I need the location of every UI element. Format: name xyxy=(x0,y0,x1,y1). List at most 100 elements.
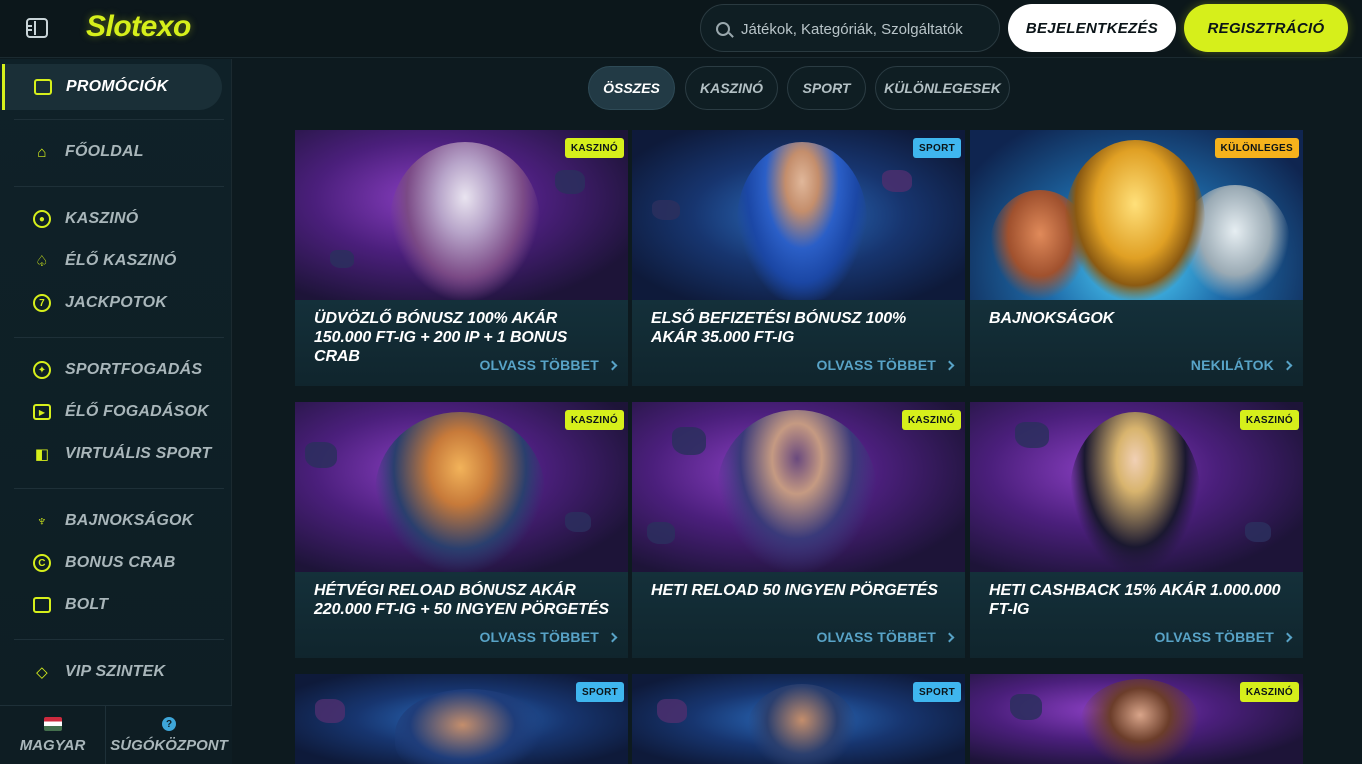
sidebar-toggle-icon[interactable] xyxy=(26,18,48,38)
read-more-link[interactable]: OLVASS TÖBBET xyxy=(816,357,955,373)
help-label: SÚGÓKÖZPONT xyxy=(110,737,228,754)
category-badge: KASZINÓ xyxy=(1239,410,1299,430)
sidebar-item-label: JACKPOTOK xyxy=(65,294,167,311)
promo-info: HETI CASHBACK 15% AKÁR 1.000.000 FT-IG O… xyxy=(970,572,1303,658)
spade-icon: ♤ xyxy=(35,253,49,270)
promo-info: HETI RELOAD 50 INGYEN PÖRGETÉS OLVASS TÖ… xyxy=(632,572,965,658)
sidebar-item-label: VIP SZINTEK xyxy=(65,663,166,680)
filter-sport[interactable]: SPORT xyxy=(787,66,866,110)
category-badge: SPORT xyxy=(576,682,624,702)
promo-title: HÉTVÉGI RELOAD BÓNUSZ AKÁR 220.000 FT-IG… xyxy=(314,582,609,618)
read-more-link[interactable]: OLVASS TÖBBET xyxy=(816,629,955,645)
site-logo[interactable]: Slotexo xyxy=(86,10,191,44)
sidebar-item-label: ÉLŐ KASZINÓ xyxy=(65,252,177,269)
promo-info: ÜDVÖZLŐ BÓNUSZ 100% AKÁR 150.000 FT-IG +… xyxy=(295,300,628,386)
play-icon: ▶ xyxy=(32,402,52,422)
sidebar-item-label: ÉLŐ FOGADÁSOK xyxy=(65,403,209,420)
category-badge: SPORT xyxy=(913,682,961,702)
chevron-right-icon xyxy=(1282,360,1293,370)
sidebar-item-label: KASZINÓ xyxy=(65,210,139,227)
sidebar-item-live-casino[interactable]: ♤ ÉLŐ KASZINÓ xyxy=(14,240,224,282)
sidebar-item-label: VIRTUÁLIS SPORT xyxy=(65,445,212,462)
chevron-right-icon xyxy=(944,360,955,370)
promo-card[interactable]: KÜLÖNLEGES BAJNOKSÁGOK NEKILÁTOK xyxy=(970,130,1303,386)
home-icon: ⌂ xyxy=(37,143,47,161)
search-bar[interactable] xyxy=(700,4,1000,52)
sidebar-footer: MAGYAR ? SÚGÓKÖZPONT xyxy=(0,705,232,764)
login-button[interactable]: BEJELENTKEZÉS xyxy=(1008,4,1176,52)
chevron-right-icon xyxy=(607,632,618,642)
promo-title: BAJNOKSÁGOK xyxy=(989,310,1115,327)
read-more-link[interactable]: OLVASS TÖBBET xyxy=(1154,629,1293,645)
category-badge: KASZINÓ xyxy=(564,138,624,158)
chevron-right-icon xyxy=(607,360,618,370)
sidebar-item-jackpots[interactable]: 7 JACKPOTOK xyxy=(14,282,224,324)
promo-card[interactable]: SPORT xyxy=(295,674,628,764)
promo-info: BAJNOKSÁGOK NEKILÁTOK xyxy=(970,300,1303,386)
sidebar-item-sportsbetting[interactable]: ✦ SPORTFOGADÁS xyxy=(14,349,224,391)
sidebar-item-label: PROMÓCIÓK xyxy=(66,78,169,95)
gamepad-icon: ◧ xyxy=(34,446,50,463)
promo-title: HETI CASHBACK 15% AKÁR 1.000.000 FT-IG xyxy=(989,582,1281,618)
divider xyxy=(14,119,224,120)
football-icon: ✦ xyxy=(32,360,52,380)
diamond-icon: ◇ xyxy=(36,664,48,681)
search-input[interactable] xyxy=(741,17,991,41)
chevron-right-icon xyxy=(944,632,955,642)
sidebar-item-virtual-sport[interactable]: ◧ VIRTUÁLIS SPORT xyxy=(14,433,224,475)
promo-card[interactable]: KASZINÓ HETI CASHBACK 15% AKÁR 1.000.000… xyxy=(970,402,1303,658)
chevron-right-icon xyxy=(1282,632,1293,642)
shop-icon xyxy=(32,595,52,615)
sidebar-item-home[interactable]: ⌂ FŐOLDAL xyxy=(14,131,224,173)
sidebar-item-label: FŐOLDAL xyxy=(65,143,144,160)
promo-card[interactable]: SPORT ELSŐ BEFIZETÉSI BÓNUSZ 100% AKÁR 3… xyxy=(632,130,965,386)
category-badge: KASZINÓ xyxy=(1239,682,1299,702)
hungarian-flag-icon xyxy=(43,717,62,731)
sidebar-item-vip[interactable]: ◇ VIP SZINTEK xyxy=(14,651,224,693)
sidebar-item-bonus-crab[interactable]: C BONUS CRAB xyxy=(14,542,224,584)
gift-icon xyxy=(33,77,53,97)
register-button[interactable]: REGISZTRÁCIÓ xyxy=(1184,4,1348,52)
help-icon: ? xyxy=(162,717,176,731)
sidebar-item-label: BOLT xyxy=(65,596,109,613)
join-link[interactable]: NEKILÁTOK xyxy=(1191,357,1293,373)
read-more-link[interactable]: OLVASS TÖBBET xyxy=(479,629,618,645)
filter-all[interactable]: ÖSSZES xyxy=(588,66,675,110)
filter-casino[interactable]: KASZINÓ xyxy=(685,66,778,110)
language-label: MAGYAR xyxy=(19,737,86,754)
promo-title: ELSŐ BEFIZETÉSI BÓNUSZ 100% AKÁR 35.000 … xyxy=(651,310,907,346)
divider xyxy=(14,488,224,489)
category-badge: KÜLÖNLEGES xyxy=(1214,138,1299,158)
top-header: Slotexo BEJELENTKEZÉS REGISZTRÁCIÓ xyxy=(0,0,1362,58)
sidebar-item-casino[interactable]: ● KASZINÓ xyxy=(14,198,224,240)
sidebar-item-tournaments[interactable]: ♆ BAJNOKSÁGOK xyxy=(14,500,224,542)
category-badge: KASZINÓ xyxy=(901,410,961,430)
sidebar-item-promotions[interactable]: PROMÓCIÓK xyxy=(2,64,222,110)
language-selector[interactable]: MAGYAR xyxy=(0,706,105,764)
sidebar-item-shop[interactable]: BOLT xyxy=(14,584,224,626)
divider xyxy=(14,186,224,187)
help-center-link[interactable]: ? SÚGÓKÖZPONT xyxy=(106,706,232,764)
promo-card[interactable]: SPORT xyxy=(632,674,965,764)
filter-special[interactable]: KÜLÖNLEGESEK xyxy=(875,66,1010,110)
promo-card[interactable]: KASZINÓ HÉTVÉGI RELOAD BÓNUSZ AKÁR 220.0… xyxy=(295,402,628,658)
promo-card[interactable]: KASZINÓ HETI RELOAD 50 INGYEN PÖRGETÉS O… xyxy=(632,402,965,658)
sidebar: PROMÓCIÓK ⌂ FŐOLDAL ● KASZINÓ ♤ ÉLŐ KASZ… xyxy=(0,59,232,764)
promo-card[interactable]: KASZINÓ xyxy=(970,674,1303,764)
sidebar-item-label: BONUS CRAB xyxy=(65,554,176,571)
category-badge: KASZINÓ xyxy=(564,410,624,430)
category-badge: SPORT xyxy=(913,138,961,158)
casino-chip-icon: ● xyxy=(32,209,52,229)
divider xyxy=(14,639,224,640)
divider xyxy=(14,337,224,338)
promo-info: HÉTVÉGI RELOAD BÓNUSZ AKÁR 220.000 FT-IG… xyxy=(295,572,628,658)
promo-card[interactable]: KASZINÓ ÜDVÖZLŐ BÓNUSZ 100% AKÁR 150.000… xyxy=(295,130,628,386)
sidebar-item-live-betting[interactable]: ▶ ÉLŐ FOGADÁSOK xyxy=(14,391,224,433)
read-more-link[interactable]: OLVASS TÖBBET xyxy=(479,357,618,373)
promo-title: HETI RELOAD 50 INGYEN PÖRGETÉS xyxy=(651,582,938,599)
search-icon xyxy=(716,22,730,36)
sidebar-item-label: SPORTFOGADÁS xyxy=(65,361,203,378)
promo-info: ELSŐ BEFIZETÉSI BÓNUSZ 100% AKÁR 35.000 … xyxy=(632,300,965,386)
crab-icon: C xyxy=(32,553,52,573)
seven-icon: 7 xyxy=(32,293,52,313)
